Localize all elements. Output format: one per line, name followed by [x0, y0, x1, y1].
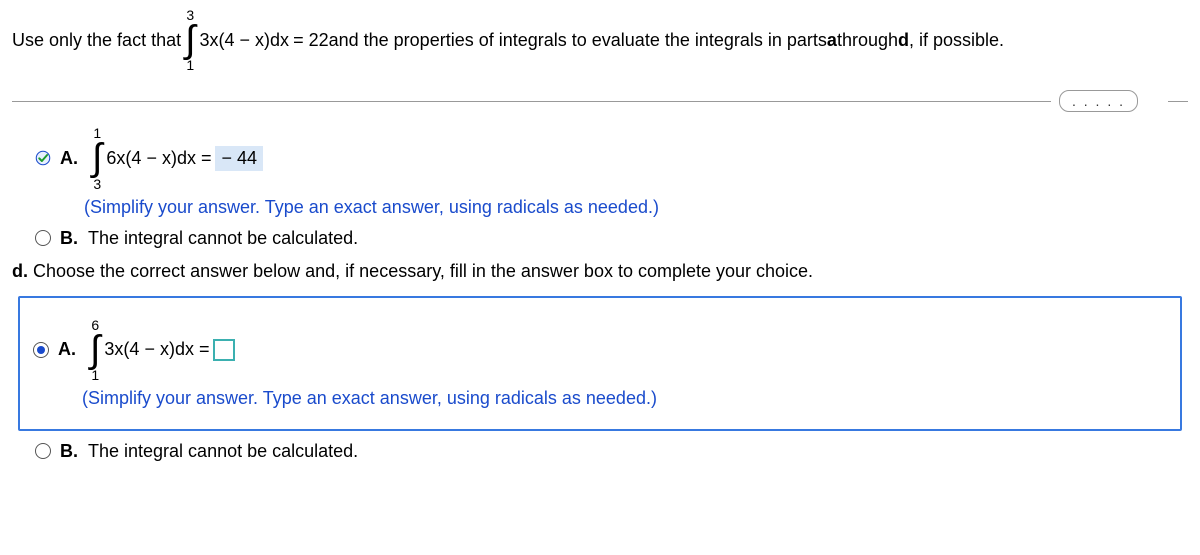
divider: . . . . . [12, 90, 1188, 112]
part-d-option-b[interactable]: B. The integral cannot be calculated. [30, 441, 1188, 462]
part-c-a-answer-input[interactable]: − 44 [215, 146, 263, 171]
option-letter: B. [60, 228, 78, 249]
option-letter: A. [58, 339, 76, 360]
part-c-option-a[interactable]: A. 1 ∫ 3 6x(4 − x)dx = − 44 [30, 126, 1188, 190]
part-d-b-text: The integral cannot be calculated. [88, 441, 358, 462]
part-d-a-answer-input[interactable] [213, 339, 235, 361]
part-d-prompt: d. Choose the correct answer below and, … [12, 261, 1188, 282]
part-c-a-integral: 1 ∫ 3 6x(4 − x)dx = [88, 126, 211, 190]
part-c-option-b[interactable]: B. The integral cannot be calculated. [30, 228, 1188, 249]
intro-integral: 3 ∫ 1 3x(4 − x)dx = 22 [181, 8, 329, 72]
part-d-a-integral: 6 ∫ 1 3x(4 − x)dx = [86, 318, 209, 382]
intro-text: Use only the fact that 3 ∫ 1 3x(4 − x)dx… [12, 8, 1188, 72]
part-d-option-a-container: A. 6 ∫ 1 3x(4 − x)dx = (Simplify your an… [18, 296, 1182, 431]
radio-checked-icon [33, 342, 49, 358]
expand-button[interactable]: . . . . . [1059, 90, 1138, 112]
intro-prefix: Use only the fact that [12, 30, 181, 51]
part-c-a-instruction: (Simplify your answer. Type an exact ans… [84, 197, 1188, 218]
correct-check-icon [34, 149, 52, 167]
option-letter: A. [60, 148, 78, 169]
radio-unchecked-icon [35, 443, 51, 459]
radio-unchecked-icon [35, 230, 51, 246]
option-letter: B. [60, 441, 78, 462]
part-d-option-a[interactable]: A. 6 ∫ 1 3x(4 − x)dx = [28, 318, 1172, 382]
part-c-b-text: The integral cannot be calculated. [88, 228, 358, 249]
part-d-a-instruction: (Simplify your answer. Type an exact ans… [82, 388, 1172, 409]
